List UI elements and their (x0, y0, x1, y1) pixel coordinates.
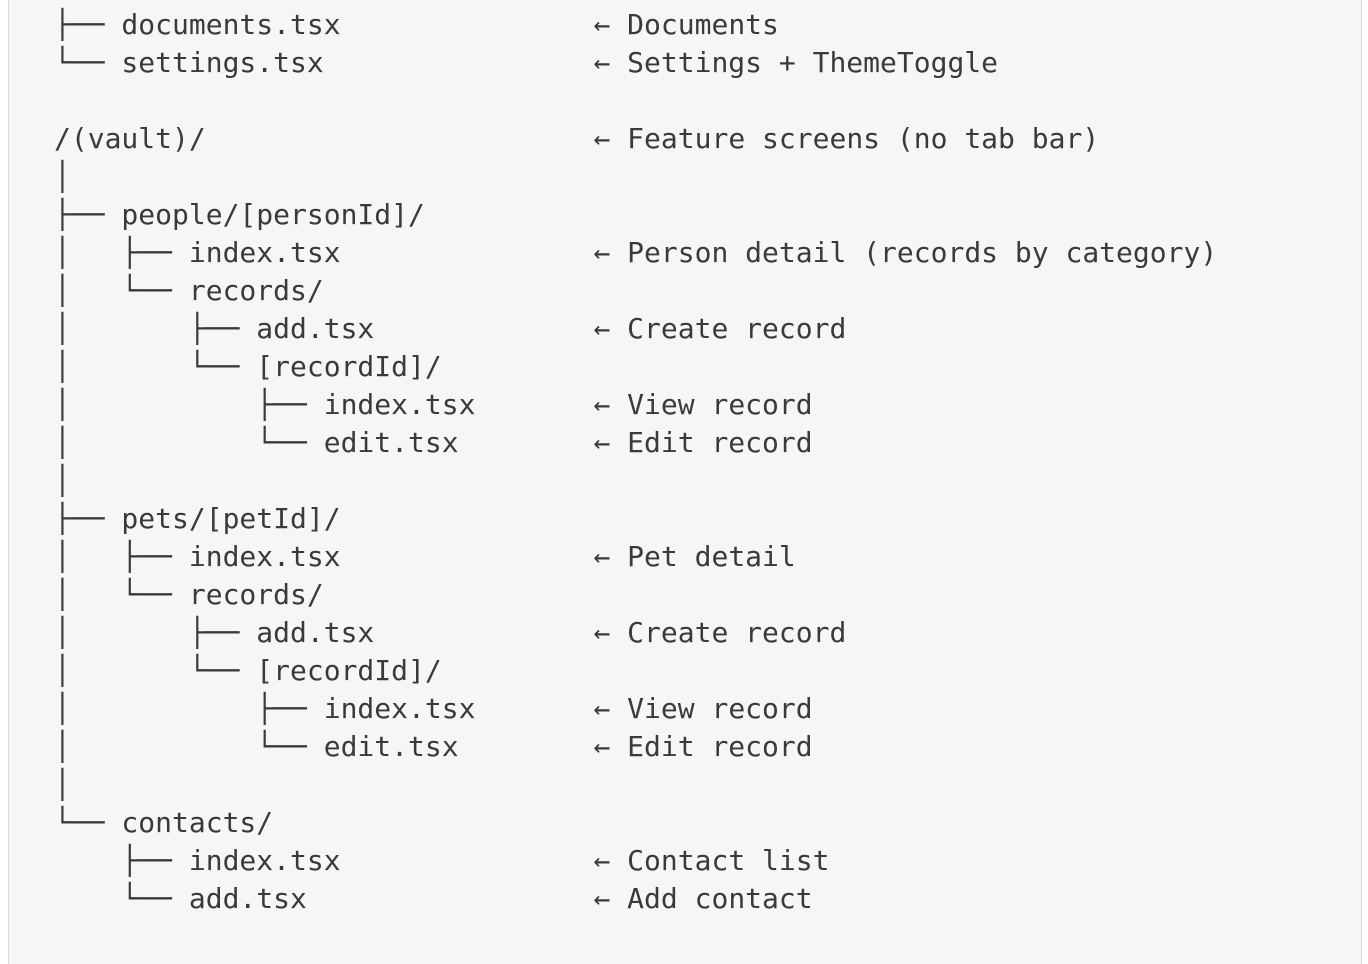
arrow-icon: ← (593, 426, 628, 459)
arrow-icon: ← (593, 882, 628, 915)
tree-entry: │ └── edit.tsx (54, 426, 459, 459)
code-line: │ └── edit.tsx ← Edit record (54, 424, 1217, 462)
code-line: │ └── [recordId]/ (54, 652, 1217, 690)
code-line: │ └── records/ (54, 576, 1217, 614)
tree-entry: │ (54, 160, 71, 193)
code-line: ├── people/[personId]/ (54, 196, 1217, 234)
line-comment: Person detail (records by category) (627, 236, 1218, 269)
line-comment: View record (627, 388, 813, 421)
tree-entry: │ ├── add.tsx (54, 312, 375, 345)
code-line: ├── index.tsx ← Contact list (54, 842, 1217, 880)
code-line: ├── documents.tsx ← Documents (54, 6, 1217, 44)
code-line: │ └── [recordId]/ (54, 348, 1217, 386)
code-line: └── settings.tsx ← Settings + ThemeToggl… (54, 44, 1217, 82)
code-line: │ (54, 766, 1217, 804)
tree-entry: │ ├── index.tsx (54, 388, 476, 421)
tree-entry: └── contacts/ (54, 806, 274, 839)
tree-entry: ├── documents.tsx (54, 8, 341, 41)
tree-entry: │ └── records/ (54, 274, 324, 307)
code-line: │ ├── index.tsx ← Person detail (records… (54, 234, 1217, 272)
arrow-icon: ← (593, 692, 628, 725)
code-panel: ├── documents.tsx ← Documents └── setting… (8, 0, 1362, 964)
line-comment: Feature screens (no tab bar) (627, 122, 1100, 155)
line-comment: Create record (627, 312, 847, 345)
tree-entry: │ └── [recordId]/ (54, 350, 442, 383)
line-comment: Edit record (627, 730, 813, 763)
tree-entry: │ ├── index.tsx (54, 692, 476, 725)
arrow-icon: ← (593, 236, 628, 269)
line-comment: Edit record (627, 426, 813, 459)
line-comment: Add contact (627, 882, 813, 915)
code-line: │ └── records/ (54, 272, 1217, 310)
arrow-icon: ← (593, 122, 628, 155)
tree-entry: ├── index.tsx (54, 844, 341, 877)
tree-entry: │ (54, 464, 71, 497)
code-line: │ ├── index.tsx ← View record (54, 386, 1217, 424)
code-line: │ (54, 462, 1217, 500)
tree-entry: /(vault)/ (54, 122, 206, 155)
code-line: │ ├── index.tsx ← View record (54, 690, 1217, 728)
code-line: │ ├── index.tsx ← Pet detail (54, 538, 1217, 576)
arrow-icon: ← (593, 388, 628, 421)
tree-entry: ├── pets/[petId]/ (54, 502, 341, 535)
tree-entry: │ └── records/ (54, 578, 324, 611)
arrow-icon: ← (593, 8, 628, 41)
code-line: ├── pets/[petId]/ (54, 500, 1217, 538)
code-line: │ └── edit.tsx ← Edit record (54, 728, 1217, 766)
code-line: └── add.tsx ← Add contact (54, 880, 1217, 918)
arrow-icon: ← (593, 616, 628, 649)
file-tree-code-block: ├── documents.tsx ← Documents └── setting… (54, 6, 1217, 918)
arrow-icon: ← (593, 730, 628, 763)
code-line: /(vault)/ ← Feature screens (no tab bar) (54, 120, 1217, 158)
tree-entry: ├── people/[personId]/ (54, 198, 425, 231)
tree-entry: └── add.tsx (54, 882, 307, 915)
arrow-icon: ← (593, 540, 628, 573)
line-comment: Pet detail (627, 540, 796, 573)
code-line: │ (54, 158, 1217, 196)
line-comment: Create record (627, 616, 847, 649)
code-line: │ ├── add.tsx ← Create record (54, 614, 1217, 652)
tree-entry: │ ├── index.tsx (54, 236, 341, 269)
tree-entry: │ (54, 768, 71, 801)
tree-entry: │ ├── index.tsx (54, 540, 341, 573)
tree-entry: │ └── edit.tsx (54, 730, 459, 763)
tree-entry: └── settings.tsx (54, 46, 324, 79)
line-comment: Contact list (627, 844, 830, 877)
code-line: └── contacts/ (54, 804, 1217, 842)
line-comment: Documents (627, 8, 779, 41)
line-comment: Settings + ThemeToggle (627, 46, 999, 79)
tree-entry: │ └── [recordId]/ (54, 654, 442, 687)
line-comment: View record (627, 692, 813, 725)
code-line: │ ├── add.tsx ← Create record (54, 310, 1217, 348)
arrow-icon: ← (593, 312, 628, 345)
arrow-icon: ← (593, 844, 628, 877)
arrow-icon: ← (593, 46, 628, 79)
tree-entry: │ ├── add.tsx (54, 616, 375, 649)
